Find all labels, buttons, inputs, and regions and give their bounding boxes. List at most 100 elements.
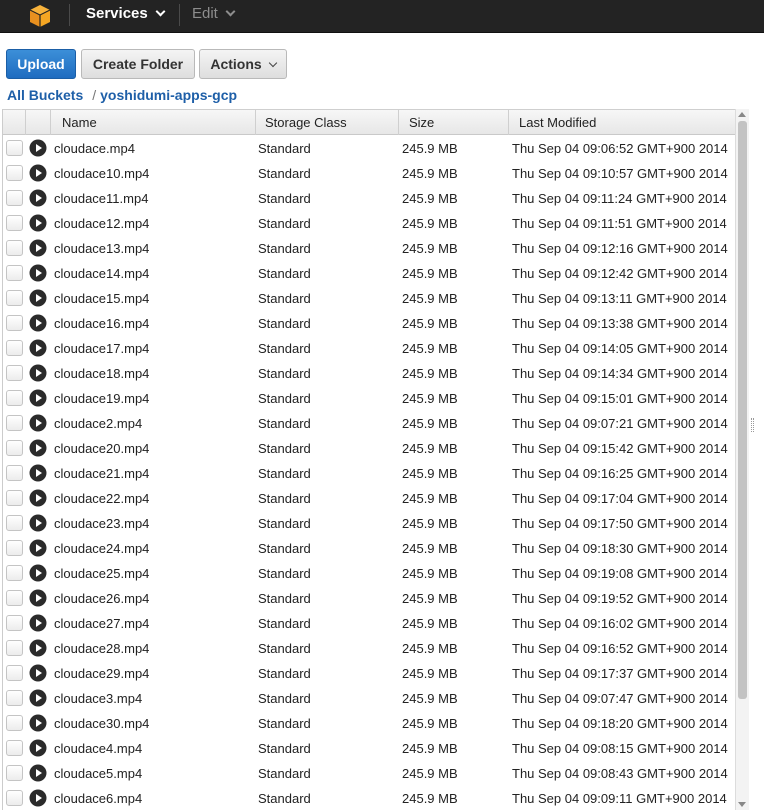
play-icon[interactable]	[29, 614, 47, 632]
breadcrumb-bucket[interactable]: yoshidumi-apps-gcp	[100, 87, 237, 103]
object-name[interactable]: cloudace21.mp4	[54, 460, 149, 485]
row-checkbox[interactable]	[6, 440, 23, 456]
row-checkbox[interactable]	[6, 615, 23, 631]
play-icon[interactable]	[29, 239, 47, 257]
object-name[interactable]: cloudace13.mp4	[54, 235, 149, 260]
table-row[interactable]: cloudace4.mp4 Standard 245.9 MB Thu Sep 04 …	[3, 735, 735, 760]
object-name[interactable]: cloudace25.mp4	[54, 560, 149, 585]
object-name[interactable]: cloudace28.mp4	[54, 635, 149, 660]
aws-cube-icon[interactable]	[26, 2, 54, 30]
object-name[interactable]: cloudace12.mp4	[54, 210, 149, 235]
row-checkbox[interactable]	[6, 490, 23, 506]
table-row[interactable]: cloudace26.mp4 Standard 245.9 MB Thu Sep 04…	[3, 585, 735, 610]
table-row[interactable]: cloudace30.mp4 Standard 245.9 MB Thu Sep 04…	[3, 710, 735, 735]
row-checkbox[interactable]	[6, 290, 23, 306]
play-icon[interactable]	[29, 289, 47, 307]
play-icon[interactable]	[29, 664, 47, 682]
row-checkbox[interactable]	[6, 315, 23, 331]
play-icon[interactable]	[29, 714, 47, 732]
scrollbar-thumb[interactable]	[738, 121, 747, 699]
play-icon[interactable]	[29, 689, 47, 707]
row-checkbox[interactable]	[6, 740, 23, 756]
object-name[interactable]: cloudace16.mp4	[54, 310, 149, 335]
play-icon[interactable]	[29, 189, 47, 207]
play-icon[interactable]	[29, 389, 47, 407]
play-icon[interactable]	[29, 789, 47, 807]
play-icon[interactable]	[29, 464, 47, 482]
table-row[interactable]: cloudace12.mp4 Standard 245.9 MB Thu Sep 04…	[3, 210, 735, 235]
table-row[interactable]: cloudace5.mp4 Standard 245.9 MB Thu Sep 04 …	[3, 760, 735, 785]
table-row[interactable]: cloudace6.mp4 Standard 245.9 MB Thu Sep 04 …	[3, 785, 735, 810]
object-name[interactable]: cloudace4.mp4	[54, 735, 142, 760]
object-name[interactable]: cloudace22.mp4	[54, 485, 149, 510]
play-icon[interactable]	[29, 339, 47, 357]
edit-menu[interactable]: Edit	[192, 0, 236, 33]
table-row[interactable]: cloudace13.mp4 Standard 245.9 MB Thu Sep 04…	[3, 235, 735, 260]
play-icon[interactable]	[29, 539, 47, 557]
table-row[interactable]: cloudace17.mp4 Standard 245.9 MB Thu Sep 04…	[3, 335, 735, 360]
play-icon[interactable]	[29, 764, 47, 782]
actions-dropdown[interactable]: Actions	[199, 49, 287, 79]
object-name[interactable]: cloudace6.mp4	[54, 785, 142, 810]
table-row[interactable]: cloudace18.mp4 Standard 245.9 MB Thu Sep 04…	[3, 360, 735, 385]
row-checkbox[interactable]	[6, 340, 23, 356]
column-header-size[interactable]: Size	[399, 110, 509, 135]
scroll-up-arrow-icon[interactable]	[738, 112, 746, 117]
play-icon[interactable]	[29, 739, 47, 757]
object-name[interactable]: cloudace18.mp4	[54, 360, 149, 385]
row-checkbox[interactable]	[6, 165, 23, 181]
play-icon[interactable]	[29, 414, 47, 432]
table-row[interactable]: cloudace24.mp4 Standard 245.9 MB Thu Sep 04…	[3, 535, 735, 560]
row-checkbox[interactable]	[6, 465, 23, 481]
row-checkbox[interactable]	[6, 515, 23, 531]
play-icon[interactable]	[29, 564, 47, 582]
table-row[interactable]: cloudace19.mp4 Standard 245.9 MB Thu Sep 04…	[3, 385, 735, 410]
row-checkbox[interactable]	[6, 390, 23, 406]
row-checkbox[interactable]	[6, 565, 23, 581]
object-name[interactable]: cloudace19.mp4	[54, 385, 149, 410]
row-checkbox[interactable]	[6, 140, 23, 156]
row-checkbox[interactable]	[6, 790, 23, 806]
row-checkbox[interactable]	[6, 690, 23, 706]
row-checkbox[interactable]	[6, 665, 23, 681]
row-checkbox[interactable]	[6, 265, 23, 281]
row-checkbox[interactable]	[6, 190, 23, 206]
table-row[interactable]: cloudace25.mp4 Standard 245.9 MB Thu Sep 04…	[3, 560, 735, 585]
object-name[interactable]: cloudace15.mp4	[54, 285, 149, 310]
row-checkbox[interactable]	[6, 765, 23, 781]
object-name[interactable]: cloudace17.mp4	[54, 335, 149, 360]
object-name[interactable]: cloudace10.mp4	[54, 160, 149, 185]
table-row[interactable]: cloudace3.mp4 Standard 245.9 MB Thu Sep 04 …	[3, 685, 735, 710]
object-name[interactable]: cloudace11.mp4	[54, 185, 148, 210]
object-name[interactable]: cloudace26.mp4	[54, 585, 149, 610]
table-row[interactable]: cloudace29.mp4 Standard 245.9 MB Thu Sep 04…	[3, 660, 735, 685]
panel-resize-handle[interactable]	[751, 418, 754, 432]
row-checkbox[interactable]	[6, 540, 23, 556]
object-name[interactable]: cloudace3.mp4	[54, 685, 142, 710]
create-folder-button[interactable]: Create Folder	[81, 49, 195, 79]
table-row[interactable]: cloudace28.mp4 Standard 245.9 MB Thu Sep 04…	[3, 635, 735, 660]
table-row[interactable]: cloudace10.mp4 Standard 245.9 MB Thu Sep 04…	[3, 160, 735, 185]
object-name[interactable]: cloudace2.mp4	[54, 410, 142, 435]
table-row[interactable]: cloudace20.mp4 Standard 245.9 MB Thu Sep 04…	[3, 435, 735, 460]
row-checkbox[interactable]	[6, 215, 23, 231]
row-checkbox[interactable]	[6, 640, 23, 656]
play-icon[interactable]	[29, 514, 47, 532]
scroll-down-arrow-icon[interactable]	[738, 802, 746, 807]
object-name[interactable]: cloudace30.mp4	[54, 710, 149, 735]
object-name[interactable]: cloudace20.mp4	[54, 435, 149, 460]
table-row[interactable]: cloudace27.mp4 Standard 245.9 MB Thu Sep 04…	[3, 610, 735, 635]
play-icon[interactable]	[29, 364, 47, 382]
play-icon[interactable]	[29, 164, 47, 182]
play-icon[interactable]	[29, 139, 47, 157]
play-icon[interactable]	[29, 489, 47, 507]
table-row[interactable]: cloudace15.mp4 Standard 245.9 MB Thu Sep 04…	[3, 285, 735, 310]
row-checkbox[interactable]	[6, 415, 23, 431]
row-checkbox[interactable]	[6, 365, 23, 381]
breadcrumb-all-buckets[interactable]: All Buckets	[7, 87, 83, 103]
object-name[interactable]: cloudace5.mp4	[54, 760, 142, 785]
object-name[interactable]: cloudace29.mp4	[54, 660, 149, 685]
object-name[interactable]: cloudace.mp4	[54, 135, 135, 160]
services-menu[interactable]: Services	[86, 0, 166, 33]
object-name[interactable]: cloudace23.mp4	[54, 510, 149, 535]
